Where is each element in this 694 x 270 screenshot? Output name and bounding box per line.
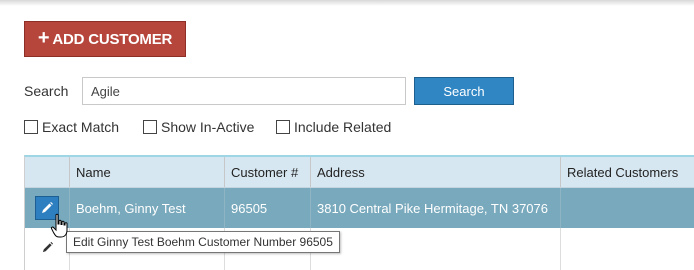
edit-customer-button[interactable] (37, 237, 57, 257)
related-customers-cell (561, 228, 694, 270)
search-label: Search (24, 83, 69, 99)
show-inactive-checkbox[interactable]: Show In-Active (143, 119, 254, 135)
customer-number-cell: 96505 (225, 188, 311, 228)
show-inactive-label: Show In-Active (161, 119, 255, 135)
exact-match-checkbox[interactable]: Exact Match (24, 119, 119, 135)
top-shadow (0, 0, 694, 6)
checkbox-box[interactable] (276, 120, 290, 134)
customer-address-cell: 3810 Central Pike Hermitage, TN 37076 (311, 188, 561, 228)
header-address[interactable]: Address (311, 157, 561, 187)
include-related-checkbox[interactable]: Include Related (276, 119, 391, 135)
add-customer-label: ADD CUSTOMER (52, 30, 173, 48)
grid-header-row: Name Customer # Address Related Customer… (25, 157, 694, 188)
checkbox-box[interactable] (143, 120, 157, 134)
search-button[interactable]: Search (414, 77, 514, 105)
checkbox-box[interactable] (24, 120, 38, 134)
include-related-label: Include Related (294, 119, 392, 135)
add-customer-button[interactable]: + ADD CUSTOMER (24, 21, 186, 57)
edit-tooltip: Edit Ginny Test Boehm Customer Number 96… (66, 231, 340, 253)
header-customer-number[interactable]: Customer # (225, 157, 311, 187)
header-related-customers[interactable]: Related Customers (561, 157, 694, 187)
table-row[interactable]: Boehm, Ginny Test 96505 3810 Central Pik… (25, 188, 694, 228)
customer-address-cell (311, 228, 561, 270)
search-input[interactable] (82, 77, 406, 105)
customer-name-cell: Boehm, Ginny Test (70, 188, 225, 228)
header-name[interactable]: Name (70, 157, 225, 187)
exact-match-label: Exact Match (42, 119, 120, 135)
plus-icon: + (37, 27, 50, 49)
header-edit-column (25, 157, 70, 187)
pencil-icon (42, 241, 53, 252)
hand-cursor-icon (50, 213, 68, 238)
related-customers-cell (561, 188, 694, 228)
